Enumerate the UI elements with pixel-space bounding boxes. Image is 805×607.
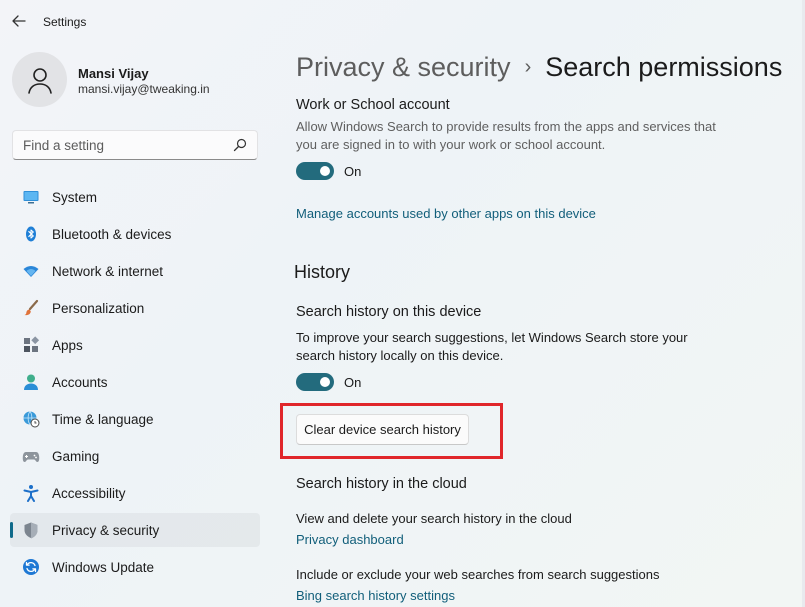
history-section-title: History: [294, 262, 351, 282]
sidebar-item-system[interactable]: System: [10, 180, 260, 214]
back-arrow-icon: [12, 15, 26, 27]
sidebar-item-label: Personalization: [52, 300, 145, 316]
sidebar-item-apps[interactable]: Apps: [10, 328, 260, 362]
sidebar-item-accessibility[interactable]: Accessibility: [10, 476, 260, 510]
device-history-toggle-label: On: [344, 375, 362, 390]
title-bar: Settings: [0, 0, 805, 42]
back-button[interactable]: [10, 12, 28, 30]
bing-history-settings-link[interactable]: Bing search history settings: [296, 588, 455, 603]
privacy-dashboard-link[interactable]: Privacy dashboard: [296, 532, 404, 547]
app-title: Settings: [43, 15, 87, 29]
sidebar-item-label: Apps: [52, 337, 83, 353]
sidebar-nav: System Bluetooth & devices Network & int…: [10, 180, 260, 587]
toggle-knob: [320, 377, 330, 387]
work-account-description: Allow Windows Search to provide results …: [296, 119, 716, 152]
cloud-history-description: View and delete your search history in t…: [296, 511, 572, 526]
toggle-knob: [320, 166, 330, 176]
device-history-toggle[interactable]: [296, 373, 334, 391]
search-input[interactable]: [23, 137, 233, 153]
manage-accounts-link[interactable]: Manage accounts used by other apps on th…: [296, 206, 596, 221]
person-icon: [27, 67, 52, 94]
sidebar-item-label: Windows Update: [52, 559, 155, 575]
sidebar-item-label: Bluetooth & devices: [52, 226, 172, 242]
sidebar-item-bluetooth[interactable]: Bluetooth & devices: [10, 217, 260, 251]
sidebar-item-personalization[interactable]: Personalization: [10, 291, 260, 325]
shield-icon: [22, 521, 40, 539]
monitor-icon: [22, 188, 40, 206]
page-title: Search permissions: [545, 52, 783, 82]
sidebar-item-label: System: [52, 189, 98, 205]
sidebar-item-label: Time & language: [52, 411, 154, 427]
include-searches-description: Include or exclude your web searches fro…: [296, 567, 660, 582]
breadcrumb: Privacy & security › Search permissions: [296, 52, 782, 83]
user-name: Mansi Vijay: [78, 66, 149, 81]
device-history-title: Search history on this device: [296, 304, 482, 320]
sidebar-item-label: Gaming: [52, 448, 100, 464]
breadcrumb-parent-link[interactable]: Privacy & security: [296, 52, 511, 82]
apps-icon: [22, 336, 40, 354]
cloud-history-title: Search history in the cloud: [296, 476, 467, 492]
accessibility-icon: [22, 484, 40, 502]
bluetooth-icon: [22, 225, 40, 243]
user-email: mansi.vijay@tweaking.in: [78, 82, 210, 96]
avatar[interactable]: [12, 52, 67, 107]
brush-icon: [22, 299, 40, 317]
sidebar-item-accounts[interactable]: Accounts: [10, 365, 260, 399]
wifi-icon: [22, 262, 40, 280]
sidebar-item-label: Network & internet: [52, 263, 164, 279]
update-icon: [22, 558, 40, 576]
globe-clock-icon: [22, 410, 40, 428]
device-history-description: To improve your search suggestions, let …: [296, 330, 688, 363]
sidebar-item-time-language[interactable]: Time & language: [10, 402, 260, 436]
sidebar-item-label: Accessibility: [52, 485, 126, 501]
sidebar-item-label: Privacy & security: [52, 522, 160, 538]
work-account-toggle-label: On: [344, 164, 362, 179]
sidebar-item-windows-update[interactable]: Windows Update: [10, 550, 260, 584]
work-account-toggle[interactable]: [296, 162, 334, 180]
clear-device-history-button[interactable]: Clear device search history: [296, 414, 469, 445]
sidebar-item-label: Accounts: [52, 374, 108, 390]
search-box[interactable]: [12, 130, 258, 160]
work-account-title: Work or School account: [296, 97, 450, 113]
search-icon[interactable]: [233, 138, 247, 152]
gamepad-icon: [22, 447, 40, 465]
sidebar-item-gaming[interactable]: Gaming: [10, 439, 260, 473]
sidebar-item-privacy-security[interactable]: Privacy & security: [10, 513, 260, 547]
breadcrumb-separator: ›: [524, 56, 532, 78]
person-icon: [22, 373, 40, 391]
sidebar-item-network[interactable]: Network & internet: [10, 254, 260, 288]
